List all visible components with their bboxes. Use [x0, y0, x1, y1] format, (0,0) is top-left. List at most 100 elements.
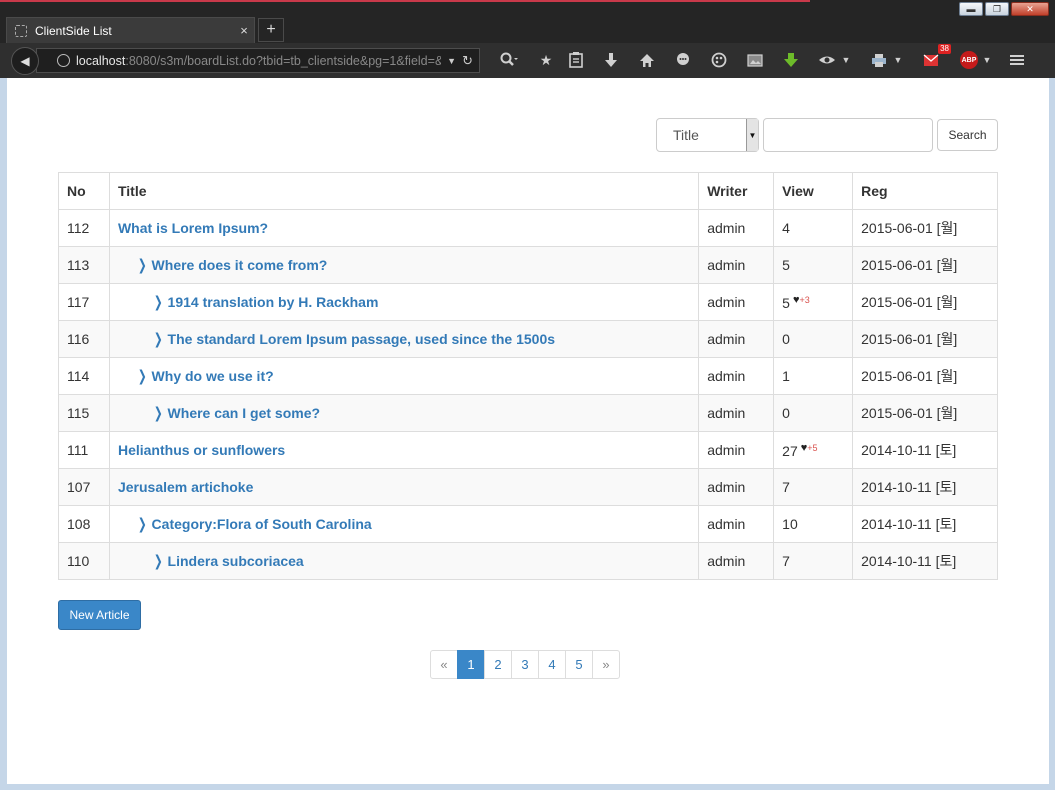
table-row: 115 ❯ Where can I get some? admin 0 2015-06-0… [58, 394, 998, 432]
row-reg-date: 2015-06-01 [월] [852, 357, 998, 395]
view-count: 27 [782, 442, 798, 459]
table-row: 114 ❯ Why do we use it? admin 1 2015-06-01 [월… [58, 357, 998, 395]
url-bar[interactable]: localhost :8080/s3m/boardList.do?tbid=tb… [36, 48, 480, 73]
pagination-prev[interactable]: « [430, 650, 458, 679]
download-icon[interactable] [599, 50, 623, 70]
row-view-cell: 27 ♥+5 [773, 431, 854, 469]
star-icon[interactable]: ★ [534, 50, 558, 70]
column-header-view: View [773, 172, 854, 210]
article-title-link[interactable]: 1914 translation by H. Rackham [168, 294, 379, 310]
back-arrow-icon: ◀ [20, 54, 30, 68]
view-count: 7 [782, 553, 790, 569]
article-title-link[interactable]: Helianthus or sunflowers [118, 442, 285, 458]
eye-dropdown-icon[interactable]: ▼ [839, 50, 853, 70]
article-title-link[interactable]: Jerusalem artichoke [118, 479, 253, 495]
article-title-link[interactable]: Where can I get some? [168, 405, 320, 421]
pagination-page-3[interactable]: 3 [511, 650, 539, 679]
row-writer: admin [698, 209, 775, 247]
row-title-cell: What is Lorem Ipsum? [108, 209, 700, 247]
adblock-icon[interactable]: ABP [957, 50, 981, 70]
row-view-cell: 7 [773, 542, 854, 580]
board-table: No Title Writer View Reg 112 What is Lorem Ip… [58, 172, 998, 580]
title-wrapper: What is Lorem Ipsum? [118, 220, 268, 236]
search-field-select[interactable]: Title ▼ [656, 118, 759, 152]
mail-icon[interactable]: 38 [919, 44, 951, 70]
search-input[interactable] [763, 118, 933, 152]
row-number: 115 [58, 394, 110, 432]
row-view-cell: 10 [773, 505, 854, 543]
chevron-right-icon: ❯ [153, 331, 163, 348]
select-arrow-icon[interactable]: ▼ [746, 119, 758, 151]
chevron-right-icon: ❯ [137, 368, 147, 385]
row-view-cell: 4 [773, 209, 854, 247]
toolbar-icons: ★ ▼ ▼ 38 ABP ▼ [494, 44, 1029, 70]
article-title-link[interactable]: Where does it come from? [152, 257, 328, 273]
new-tab-button[interactable]: + [258, 18, 284, 42]
printer-icon[interactable] [867, 50, 891, 70]
column-header-title: Title [108, 172, 700, 210]
title-wrapper: ❯ Where does it come from? [118, 256, 328, 274]
maximize-button[interactable]: ❐ [985, 2, 1009, 16]
adblock-dropdown-icon[interactable]: ▼ [981, 50, 993, 70]
url-dropdown-icon[interactable]: ▼ [447, 56, 456, 66]
green-download-icon[interactable] [779, 50, 803, 70]
search-button[interactable]: Search [937, 119, 998, 151]
page-content: Title ▼ Search No Title Writer View Reg 112 W… [7, 78, 1049, 784]
row-title-cell: Helianthus or sunflowers [108, 431, 700, 469]
browser-tab[interactable]: ClientSide List × [6, 17, 255, 43]
pagination-page-2[interactable]: 2 [484, 650, 512, 679]
tab-favicon-icon [15, 24, 27, 37]
title-wrapper: ❯ Why do we use it? [118, 367, 274, 385]
row-title-cell: Jerusalem artichoke [108, 468, 700, 506]
view-count: 5 [782, 257, 790, 273]
row-reg-date: 2015-06-01 [월] [852, 246, 998, 284]
search-form: Title ▼ Search [656, 118, 998, 152]
row-view-cell: 0 [773, 320, 854, 358]
printer-dropdown-icon[interactable]: ▼ [891, 50, 905, 70]
pagination-page-5[interactable]: 5 [565, 650, 593, 679]
row-number: 117 [58, 283, 110, 321]
close-window-button[interactable]: ✕ [1011, 2, 1049, 16]
back-button[interactable]: ◀ [11, 47, 39, 75]
home-icon[interactable] [635, 50, 659, 70]
minimize-button[interactable]: ▬ [959, 2, 983, 16]
row-view-cell: 1 [773, 357, 854, 395]
article-title-link[interactable]: Category:Flora of South Carolina [152, 516, 372, 532]
view-count: 5 [782, 294, 790, 311]
search-icon[interactable] [494, 50, 524, 70]
tab-close-icon[interactable]: × [234, 23, 254, 38]
row-number: 107 [58, 468, 110, 506]
title-wrapper: ❯ The standard Lorem Ipsum passage, used … [118, 330, 555, 348]
article-title-link[interactable]: Lindera subcoriacea [168, 553, 304, 569]
reload-icon[interactable]: ↻ [462, 53, 473, 69]
titlebar-accent-line [0, 0, 810, 2]
pagination-next[interactable]: » [592, 650, 620, 679]
row-number: 111 [58, 431, 110, 469]
article-title-link[interactable]: The standard Lorem Ipsum passage, used s… [168, 331, 555, 347]
table-row: 116 ❯ The standard Lorem Ipsum passage, us… [58, 320, 998, 358]
row-writer: admin [698, 246, 775, 284]
image-icon[interactable] [743, 50, 767, 70]
article-title-link[interactable]: Why do we use it? [152, 368, 274, 384]
pagination-page-1[interactable]: 1 [457, 650, 485, 679]
row-number: 114 [58, 357, 110, 395]
clipboard-icon[interactable] [564, 50, 588, 70]
title-wrapper: ❯ 1914 translation by H. Rackham [118, 293, 379, 311]
row-reg-date: 2015-06-01 [월] [852, 209, 998, 247]
column-header-writer: Writer [698, 172, 775, 210]
row-reg-date: 2014-10-11 [토] [852, 431, 998, 469]
chevron-right-icon: ❯ [153, 553, 163, 570]
pagination-page-4[interactable]: 4 [538, 650, 566, 679]
new-article-button[interactable]: New Article [58, 600, 141, 630]
eye-icon[interactable] [815, 50, 839, 70]
row-reg-date: 2015-06-01 [월] [852, 283, 998, 321]
row-writer: admin [698, 394, 775, 432]
palette-icon[interactable] [707, 50, 731, 70]
pagination: «1 2 3 4 5» [430, 650, 620, 679]
menu-icon[interactable] [1005, 50, 1029, 70]
row-title-cell: ❯ The standard Lorem Ipsum passage, used … [108, 320, 700, 358]
article-title-link[interactable]: What is Lorem Ipsum? [118, 220, 268, 236]
row-view-cell: 7 [773, 468, 854, 506]
chat-icon[interactable] [671, 50, 695, 70]
window-controls: ▬ ❐ ✕ [959, 2, 1049, 16]
